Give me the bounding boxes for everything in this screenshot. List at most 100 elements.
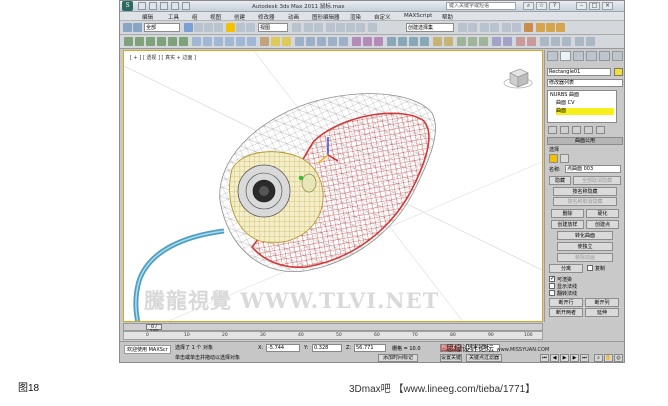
modifier-twist-icon[interactable] [317,37,326,46]
edit-poly-icon[interactable] [387,37,396,46]
create-box-icon[interactable] [124,37,133,46]
surface-name-input[interactable]: 点曲面 003 [565,165,621,173]
select-move-icon[interactable] [226,23,235,32]
modifier-ffd-icon[interactable] [339,37,348,46]
named-selection-select[interactable]: 创建选择集 [406,23,454,32]
x-coordinate-input[interactable]: -5.744 [266,344,300,352]
nurbs-mouse-model[interactable] [124,51,543,322]
menu-tools[interactable]: 工具 [168,13,179,21]
create-circle-icon[interactable] [214,37,223,46]
asset-browser-icon[interactable] [575,37,584,46]
pivot-center-icon[interactable] [292,23,301,32]
menu-create[interactable]: 创建 [234,13,245,21]
customize-ui-icon[interactable] [586,37,595,46]
effects-icon[interactable] [562,37,571,46]
cloth-icon[interactable] [527,37,536,46]
create-arc-icon[interactable] [225,37,234,46]
break-row-button[interactable]: 断开行 [549,298,583,307]
time-slider-thumb[interactable]: 0 / 100 [146,324,162,335]
save-file-icon[interactable] [160,2,168,10]
configure-sets-icon[interactable] [596,126,605,134]
hide-by-name-button[interactable]: 按名称隐藏 [553,187,617,196]
object-name-input[interactable]: Rectangle01 [547,68,611,76]
time-slider[interactable]: 0 / 100 [123,323,543,335]
modifier-noise-icon[interactable] [328,37,337,46]
show-end-result-icon[interactable] [560,126,569,134]
loft-icon[interactable] [468,37,477,46]
create-cone-icon[interactable] [179,37,188,46]
viewport-label[interactable]: [ + ] [ 透视 ] [ 真实 + 边面 ] [130,54,196,61]
layer-manager-icon[interactable] [480,23,489,32]
gizmo-center[interactable] [298,175,304,181]
object-color-swatch[interactable] [614,68,623,76]
region-select-icon[interactable] [204,23,213,32]
menu-animation[interactable]: 动画 [288,13,299,21]
display-tab-icon[interactable] [599,51,610,61]
stack-item-nurbs[interactable]: NURBS 曲面 [550,92,579,99]
create-plane-icon[interactable] [192,37,201,46]
key-filters-button[interactable]: 关键点过滤器 [466,354,502,362]
snap-toggle-icon[interactable] [326,23,335,32]
renderable-checkbox[interactable] [549,275,555,282]
delete-button[interactable]: 删除 [551,209,584,218]
rendered-frame-icon[interactable] [546,23,555,32]
redo-icon[interactable] [182,2,190,10]
menu-customize[interactable]: 自定义 [374,13,391,21]
make-independent-button[interactable]: 使独立 [557,242,613,251]
hide-button[interactable]: 隐藏 [549,176,571,185]
goto-start-icon[interactable]: ⏮ [540,354,549,362]
close-icon[interactable]: × [602,2,613,10]
edit-mesh-icon[interactable] [398,37,407,46]
keyboard-shortcut-icon[interactable] [314,23,323,32]
unhide-all-button[interactable]: 全部取消隐藏 [573,176,621,185]
maximize-icon[interactable]: □ [589,2,600,10]
biped-icon[interactable] [503,37,512,46]
select-by-name-icon[interactable] [194,23,203,32]
unwrap-uvw-icon[interactable] [444,37,453,46]
create-tab-icon[interactable] [547,51,558,61]
open-file-icon[interactable] [149,2,157,10]
y-coordinate-input[interactable]: 0.328 [312,344,342,352]
play-icon[interactable]: ▶ [560,354,569,362]
turbosmooth-icon[interactable] [409,37,418,46]
redo-icon[interactable] [133,23,142,32]
maxscript-listener[interactable]: 欢迎使用 MAXScr [124,345,171,354]
create-line-icon[interactable] [203,37,212,46]
select-object-icon[interactable] [184,23,193,32]
space-warp-icon[interactable] [374,37,383,46]
reactor-icon[interactable] [352,37,361,46]
track-bar[interactable]: 0 10 20 30 40 50 60 70 80 90 100 [123,331,543,340]
new-file-icon[interactable] [138,2,146,10]
pan-icon[interactable]: ✋ [604,354,613,362]
make-rigid-button[interactable]: 硬化 [586,209,619,218]
select-rotate-icon[interactable] [236,23,245,32]
hair-fur-icon[interactable] [516,37,525,46]
material-editor-icon[interactable] [524,23,533,32]
break-both-button[interactable]: 断开两者 [549,308,583,317]
schematic-view-icon[interactable] [512,23,521,32]
menu-rendering[interactable]: 渲染 [350,13,361,21]
scatter-icon[interactable] [479,37,488,46]
render-setup-icon[interactable] [536,23,545,32]
symmetry-icon[interactable] [420,37,429,46]
orbit-icon[interactable]: ◎ [614,354,623,362]
stack-item-surface-cv[interactable]: 曲面 CV [556,100,575,107]
edit-named-selection-icon[interactable] [368,23,377,32]
create-text-icon[interactable] [247,37,256,46]
uvw-map-icon[interactable] [433,37,442,46]
hierarchy-tab-icon[interactable] [573,51,584,61]
menu-group[interactable]: 组 [192,13,198,21]
undo-icon[interactable] [171,2,179,10]
help-search-icon[interactable]: ⌕ [523,2,534,10]
create-points-button[interactable]: 创建点 [586,220,619,229]
modifier-stack[interactable]: NURBS 曲面 曲面 CV 曲面 [547,90,617,123]
create-light-icon[interactable] [271,37,280,46]
add-time-tag-button[interactable]: 添加时间标记 [378,354,418,362]
boolean-icon[interactable] [457,37,466,46]
remove-modifier-icon[interactable] [584,126,593,134]
render-production-icon[interactable] [556,23,565,32]
flip-normals-checkbox[interactable] [549,290,555,296]
environment-icon[interactable] [551,37,560,46]
viewcube-icon[interactable] [503,68,533,89]
angle-snap-icon[interactable] [336,23,345,32]
